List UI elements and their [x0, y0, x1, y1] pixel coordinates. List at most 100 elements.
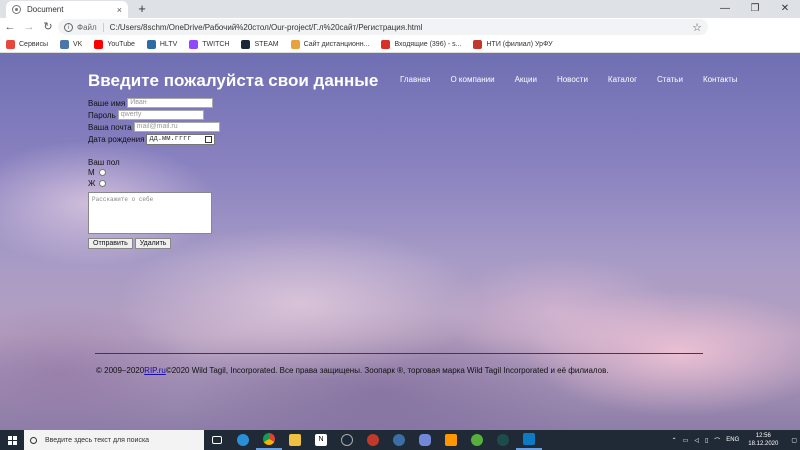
chevron-up-icon[interactable]: ⌃: [672, 437, 677, 444]
page-content: Введите пожалуйста свои данные Главная О…: [0, 53, 800, 430]
nav-link-home[interactable]: Главная: [400, 75, 430, 84]
footer-text: © 2009–2020RIP.ru©2020 Wild Tagil, Incor…: [96, 366, 609, 375]
gender-f-label: Ж: [88, 179, 96, 188]
tab-title: Document: [27, 5, 64, 14]
tab-close-button[interactable]: ×: [117, 5, 122, 15]
notification-icon[interactable]: ▢: [791, 437, 797, 444]
nav-link-promotions[interactable]: Акции: [515, 75, 537, 84]
steam-icon: [241, 39, 251, 49]
vscode-icon: [523, 433, 535, 445]
bookmark-star-icon[interactable]: ☆: [692, 21, 702, 34]
new-tab-button[interactable]: +: [134, 1, 150, 17]
footer-suffix: ©2020 Wild Tagil, Incorporated. Все прав…: [165, 366, 609, 375]
youtube-icon: [94, 39, 104, 49]
email-label: Ваша почта: [88, 122, 132, 132]
forward-button[interactable]: →: [20, 18, 38, 36]
taskbar-app-blue[interactable]: [386, 430, 412, 450]
bookmark-vk[interactable]: VK: [60, 39, 82, 49]
taskbar-sublime[interactable]: [438, 430, 464, 450]
footer-divider: [95, 353, 703, 354]
submit-button[interactable]: Отправить: [88, 238, 133, 249]
bookmark-hltv[interactable]: HLTV: [146, 39, 177, 49]
taskbar-app-red[interactable]: [360, 430, 386, 450]
taskbar-utorrent[interactable]: [464, 430, 490, 450]
taskbar-search[interactable]: Введите здесь текст для поиска: [24, 430, 204, 450]
wifi-icon[interactable]: ⌒: [714, 436, 720, 445]
bookmark-youtube[interactable]: YouTube: [94, 39, 135, 49]
password-input[interactable]: qwerty: [117, 110, 204, 120]
taskbar-explorer[interactable]: [282, 430, 308, 450]
gender-m-label: М: [88, 168, 95, 177]
address-bar[interactable]: i Файл C:/Users/8schm/OneDrive/Рабочий%2…: [58, 19, 708, 35]
nav-link-about[interactable]: О компании: [450, 75, 494, 84]
battery-icon[interactable]: ▯: [705, 437, 708, 444]
urfu-icon: [473, 39, 483, 49]
folder-icon: [289, 434, 301, 446]
gender-label: Ваш пол: [88, 158, 120, 167]
info-icon[interactable]: i: [64, 22, 73, 32]
back-button[interactable]: ←: [1, 18, 19, 36]
taskbar-vscode[interactable]: [516, 430, 542, 450]
app-icon: [393, 434, 405, 446]
language-indicator[interactable]: ENG: [726, 437, 739, 443]
site-icon: [290, 39, 300, 49]
steam-icon: [341, 434, 353, 446]
task-view-button[interactable]: [204, 430, 230, 450]
gender-m-radio[interactable]: [98, 169, 106, 176]
taskbar-steam[interactable]: [334, 430, 360, 450]
sublime-icon: [445, 434, 457, 446]
volume-icon[interactable]: ◁: [694, 437, 699, 444]
search-icon: [30, 436, 37, 444]
windows-logo-icon: [7, 435, 17, 445]
maximize-button[interactable]: ❐: [740, 0, 770, 18]
taskbar-app-dark[interactable]: [490, 430, 516, 450]
gender-f-radio[interactable]: [99, 180, 107, 187]
taskbar-search-placeholder: Введите здесь текст для поиска: [45, 436, 150, 444]
edge-icon: [237, 434, 249, 446]
taskbar-notion[interactable]: N: [308, 430, 334, 450]
network-icon[interactable]: ▭: [683, 437, 689, 444]
footer-prefix: © 2009–2020: [96, 366, 145, 375]
clock-time: 12:56: [755, 433, 771, 439]
bookmark-nti-urfu[interactable]: НТИ (филиал) УрФУ: [473, 39, 553, 49]
birthdate-label: Дата рождения: [88, 134, 145, 144]
delete-button[interactable]: Удалить: [134, 238, 172, 249]
about-textarea[interactable]: Расскажите о себе: [88, 192, 212, 234]
bookmark-gmail[interactable]: Входящие (396) - s...: [381, 39, 461, 49]
bookmarks-bar: Сервисы VK YouTube HLTV TWITCH STEAM Сай…: [0, 36, 800, 53]
app-icon: [497, 434, 509, 446]
twitch-icon: [189, 39, 199, 49]
nav-link-articles[interactable]: Статьи: [657, 75, 683, 84]
nav-link-contacts[interactable]: Контакты: [703, 75, 738, 84]
browser-tab[interactable]: Document ×: [6, 1, 128, 18]
email-input[interactable]: mail@mail.ru: [133, 122, 220, 132]
nav-link-catalog[interactable]: Каталог: [608, 75, 637, 84]
birthdate-input[interactable]: дд.мм.гггг: [146, 133, 216, 145]
utorrent-icon: [471, 434, 483, 446]
reload-button[interactable]: ↻: [39, 18, 57, 36]
close-window-button[interactable]: ✕: [770, 0, 800, 18]
taskbar-edge[interactable]: [230, 430, 256, 450]
site-nav: Главная О компании Акции Новости Каталог…: [400, 75, 758, 84]
nav-link-news[interactable]: Новости: [557, 75, 588, 84]
discord-icon: [419, 434, 431, 446]
name-input[interactable]: Иван: [127, 98, 214, 108]
clock[interactable]: 12:56 18.12.2020: [748, 432, 778, 448]
bookmark-twitch[interactable]: TWITCH: [189, 39, 229, 49]
system-tray: ⌃ ▭ ◁ ▯ ⌒ ENG 12:56 18.12.2020 ▢: [669, 430, 800, 450]
url-text[interactable]: C:/Users/8schm/OneDrive/Рабочий%20стол/O…: [110, 23, 692, 32]
bookmark-distance-learning[interactable]: Сайт дистанционн...: [290, 39, 369, 49]
task-view-icon: [212, 436, 222, 444]
start-button[interactable]: [0, 430, 24, 450]
gmail-icon: [381, 39, 391, 49]
globe-icon: [12, 5, 21, 14]
minimize-button[interactable]: —: [710, 0, 740, 18]
taskbar-chrome[interactable]: [256, 430, 282, 450]
bookmark-services[interactable]: Сервисы: [6, 39, 48, 49]
bookmark-steam[interactable]: STEAM: [241, 39, 279, 49]
taskbar-discord[interactable]: [412, 430, 438, 450]
birthdate-placeholder: дд.мм.гггг: [149, 135, 192, 143]
notion-icon: N: [315, 434, 327, 446]
footer-link[interactable]: RIP.ru: [144, 366, 166, 375]
calendar-icon[interactable]: [205, 135, 213, 143]
